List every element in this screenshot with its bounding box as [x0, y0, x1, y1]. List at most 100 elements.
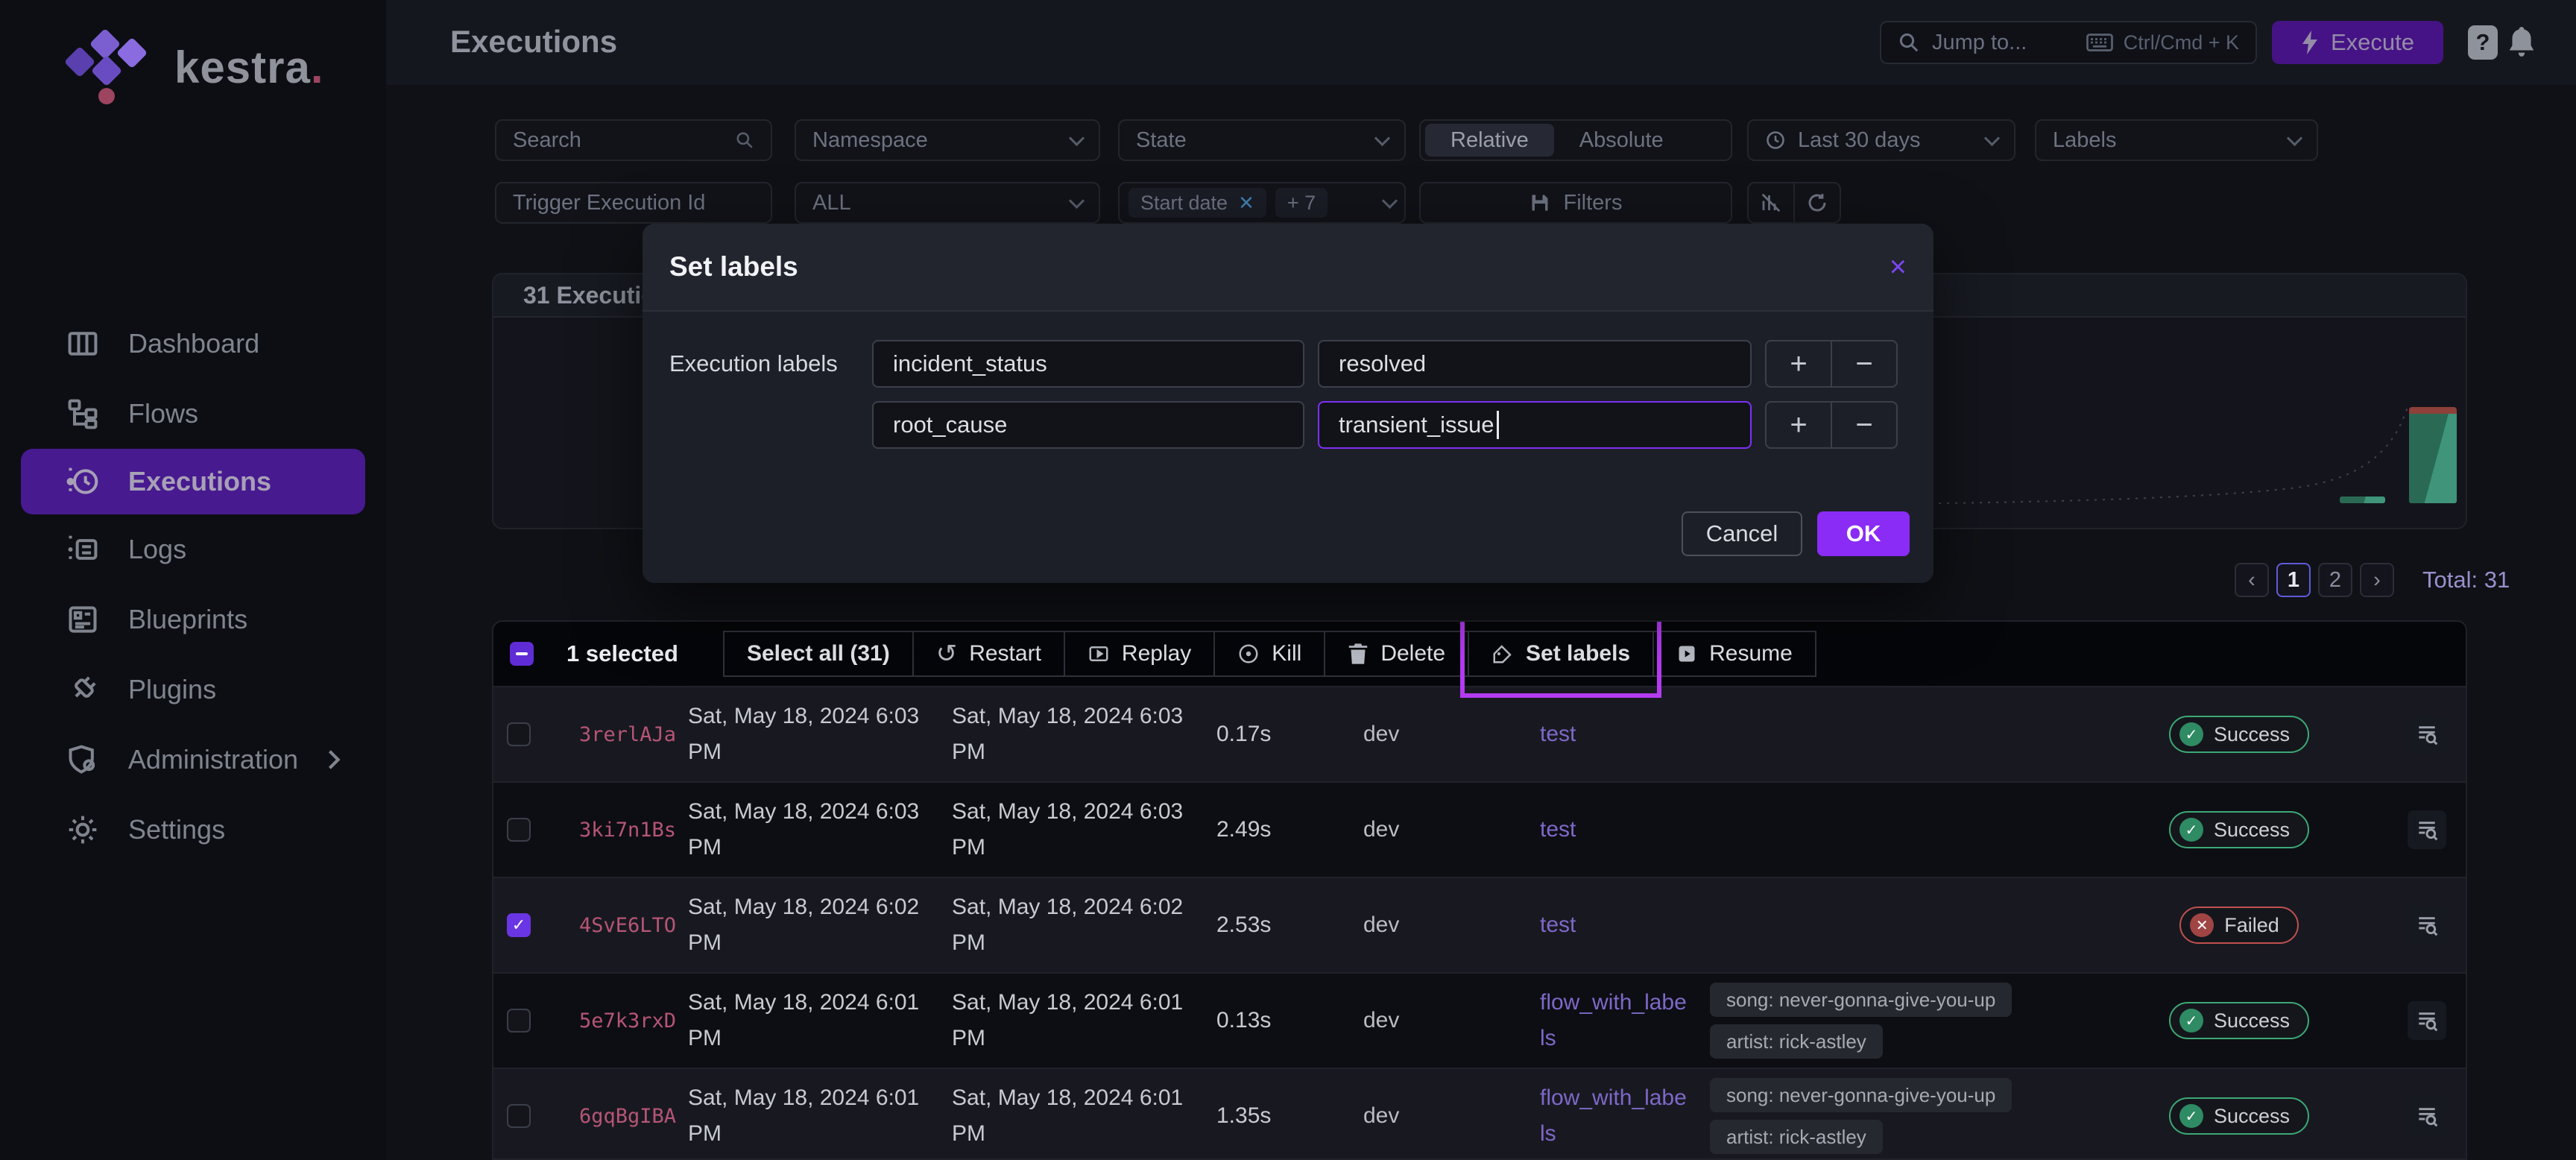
duration-cell: 2.49s — [1216, 817, 1363, 842]
replay-button[interactable]: Replay — [1064, 631, 1215, 677]
hide-chart-icon-button[interactable] — [1747, 182, 1795, 224]
modal-header: Set labels × — [643, 224, 1933, 312]
x-circle-icon: ✕ — [2190, 913, 2214, 937]
execution-id-link[interactable]: 3rerlAJa — [579, 723, 688, 746]
label-value-input[interactable]: resolved — [1318, 340, 1752, 388]
row-checkbox[interactable] — [507, 722, 531, 746]
modal-title: Set labels — [669, 251, 798, 283]
start-date-filter[interactable]: Start date ✕ + 7 — [1118, 182, 1406, 224]
flow-link[interactable]: flow_with_labels — [1540, 1080, 1710, 1152]
table-row[interactable]: 6gqBgIBA Sat, May 18, 2024 6:01 PM Sat, … — [493, 1068, 2466, 1160]
table-row[interactable]: 3rerlAJa Sat, May 18, 2024 6:03 PM Sat, … — [493, 686, 2466, 781]
namespace-cell: dev — [1363, 817, 1540, 842]
filters-button[interactable]: Filters — [1419, 182, 1732, 224]
scope-select[interactable]: ALL — [795, 182, 1100, 224]
sidebar-item-administration[interactable]: Administration — [0, 725, 386, 795]
restart-button[interactable]: ↺ Restart — [912, 631, 1065, 677]
execution-id-link[interactable]: 6gqBgIBA — [579, 1105, 688, 1128]
row-checkbox[interactable] — [507, 1009, 531, 1033]
sidebar-item-executions[interactable]: Executions — [21, 449, 365, 514]
execution-id-link[interactable]: 5e7k3rxD — [579, 1009, 688, 1033]
add-label-button[interactable]: + — [1765, 340, 1832, 388]
labels-select[interactable]: Labels — [2035, 119, 2318, 161]
flow-link[interactable]: flow_with_labels — [1540, 985, 1710, 1056]
absolute-toggle[interactable]: Absolute — [1554, 124, 1689, 157]
sidebar-item-flows[interactable]: Flows — [0, 379, 386, 449]
notifications-bell-icon[interactable] — [2506, 25, 2537, 60]
execution-id-link[interactable]: 4SvE6LTO — [579, 914, 688, 937]
start-date-chip[interactable]: Start date ✕ — [1128, 188, 1266, 218]
status-badge: ✓ Success — [2169, 716, 2309, 753]
clear-icon[interactable]: ✕ — [1238, 192, 1254, 215]
check-circle-icon: ✓ — [2179, 722, 2203, 746]
select-all-checkbox[interactable] — [510, 642, 534, 666]
refresh-icon-button[interactable] — [1793, 182, 1841, 224]
ok-button[interactable]: OK — [1817, 511, 1910, 556]
delete-button[interactable]: Delete — [1324, 631, 1469, 677]
labels-cell: song: never-gonna-give-you-up artist: ri… — [1710, 1078, 2127, 1154]
label-key-input[interactable]: root_cause — [872, 401, 1304, 449]
set-labels-button[interactable]: Set labels — [1468, 631, 1654, 677]
flow-link[interactable]: test — [1540, 812, 1710, 848]
help-icon[interactable]: ? — [2468, 25, 2498, 60]
remove-label-button[interactable]: − — [1831, 340, 1898, 388]
relative-toggle[interactable]: Relative — [1425, 124, 1554, 157]
state-select[interactable]: State — [1118, 119, 1406, 161]
execution-id-link[interactable]: 3ki7n1Bs — [579, 819, 688, 842]
table-row[interactable]: ✓ 4SvE6LTO Sat, May 18, 2024 6:02 PM Sat… — [493, 877, 2466, 972]
close-icon[interactable]: × — [1890, 252, 1907, 282]
date-range-select[interactable]: Last 30 days — [1747, 119, 2015, 161]
add-label-button[interactable]: + — [1765, 401, 1832, 449]
executions-icon — [66, 465, 100, 498]
status-badge: ✓ Success — [2169, 1097, 2309, 1135]
start-date-cell: Sat, May 18, 2024 6:03 PM — [688, 794, 952, 866]
pagination-page-2[interactable]: 2 — [2318, 563, 2352, 597]
cancel-button[interactable]: Cancel — [1682, 511, 1802, 556]
sidebar-item-dashboard[interactable]: Dashboard — [0, 309, 386, 379]
lightning-icon — [2301, 31, 2319, 54]
start-date-cell: Sat, May 18, 2024 6:01 PM — [688, 1080, 952, 1152]
view-logs-button[interactable] — [2408, 810, 2446, 849]
administration-icon — [66, 743, 100, 776]
kestra-wordmark: kestra. — [174, 42, 323, 93]
row-checkbox[interactable] — [507, 818, 531, 842]
label-key-input[interactable]: incident_status — [872, 340, 1304, 388]
jump-to-search[interactable]: Jump to... Ctrl/Cmd + K — [1880, 21, 2257, 64]
sidebar-item-logs[interactable]: Logs — [0, 514, 386, 584]
trigger-execution-id-input[interactable]: Trigger Execution Id — [495, 182, 772, 224]
execute-button[interactable]: Execute — [2272, 21, 2443, 64]
sidebar-item-plugins[interactable]: Plugins — [0, 655, 386, 725]
duration-cell: 0.13s — [1216, 1008, 1363, 1033]
label-value-input-focused[interactable]: transient_issue — [1318, 401, 1752, 449]
kestra-logo[interactable]: kestra. — [64, 31, 323, 103]
flow-link[interactable]: test — [1540, 907, 1710, 943]
table-row[interactable]: 3ki7n1Bs Sat, May 18, 2024 6:03 PM Sat, … — [493, 781, 2466, 877]
kill-button[interactable]: Kill — [1213, 631, 1325, 677]
row-checkbox[interactable] — [507, 1104, 531, 1128]
search-input[interactable]: Search — [495, 119, 772, 161]
view-logs-button[interactable] — [2408, 906, 2446, 945]
pagination-next-button[interactable]: › — [2360, 563, 2394, 597]
view-logs-button[interactable] — [2408, 715, 2446, 754]
save-icon — [1530, 192, 1550, 213]
remove-label-button[interactable]: − — [1831, 401, 1898, 449]
namespace-select[interactable]: Namespace — [795, 119, 1100, 161]
sidebar-item-label: Logs — [128, 534, 186, 565]
pagination-page-1[interactable]: 1 — [2276, 563, 2311, 597]
table-row[interactable]: 5e7k3rxD Sat, May 18, 2024 6:01 PM Sat, … — [493, 972, 2466, 1068]
pagination-prev-button[interactable]: ‹ — [2235, 563, 2269, 597]
bulk-actions-toolbar: 1 selected Select all (31) ↺ Restart Rep… — [493, 622, 2466, 686]
select-all-button[interactable]: Select all (31) — [723, 631, 914, 677]
chevron-down-icon — [1984, 130, 2000, 145]
resume-button[interactable]: Resume — [1652, 631, 1816, 677]
view-logs-button[interactable] — [2408, 1001, 2446, 1040]
tag-icon — [1491, 643, 1514, 665]
top-header: Executions Jump to... Ctrl/Cmd + K Execu… — [386, 0, 2576, 85]
pagination: ‹ 1 2 › Total: 31 — [2235, 563, 2510, 597]
more-dates-chip[interactable]: + 7 — [1275, 188, 1328, 218]
sidebar-item-settings[interactable]: Settings — [0, 795, 386, 865]
view-logs-button[interactable] — [2408, 1097, 2446, 1135]
row-checkbox[interactable]: ✓ — [507, 913, 531, 937]
flow-link[interactable]: test — [1540, 716, 1710, 752]
sidebar-item-blueprints[interactable]: Blueprints — [0, 584, 386, 655]
